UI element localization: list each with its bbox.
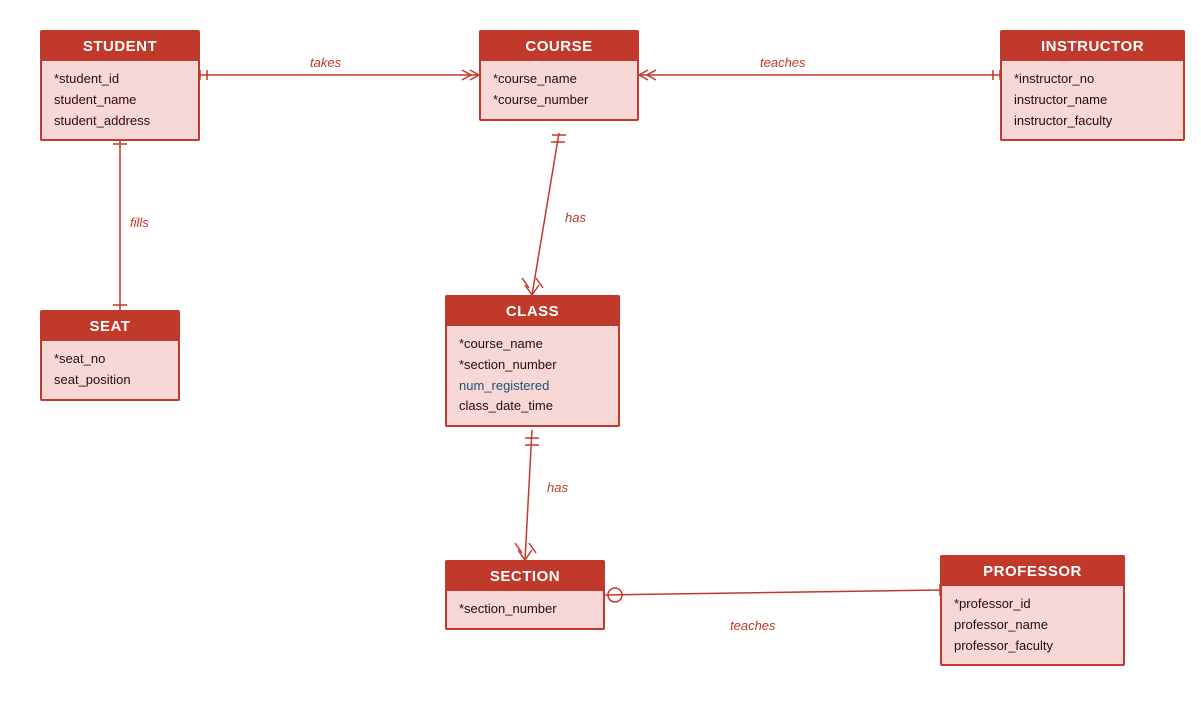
field-course-number: *course_number [493,90,625,111]
field-student-id: *student_id [54,69,186,90]
entity-instructor-header: INSTRUCTOR [1002,32,1183,61]
entity-professor-body: *professor_id professor_name professor_f… [942,586,1123,664]
entity-professor-header: PROFESSOR [942,557,1123,586]
entity-seat-header: SEAT [42,312,178,341]
field-course-name: *course_name [493,69,625,90]
rel-label-teaches-instructor: teaches [760,55,806,70]
entity-section-body: *section_number [447,591,603,628]
entity-seat: SEAT *seat_no seat_position [40,310,180,401]
field-class-num-registered: num_registered [459,376,606,397]
field-class-date-time: class_date_time [459,396,606,417]
entity-instructor-body: *instructor_no instructor_name instructo… [1002,61,1183,139]
field-class-course-name: *course_name [459,334,606,355]
rel-label-has-class-section: has [547,480,568,495]
field-seat-no: *seat_no [54,349,166,370]
field-instructor-name: instructor_name [1014,90,1171,111]
entity-class-body: *course_name *section_number num_registe… [447,326,618,425]
field-section-number: *section_number [459,599,591,620]
field-professor-id: *professor_id [954,594,1111,615]
entity-course-body: *course_name *course_number [481,61,637,119]
entity-section: SECTION *section_number [445,560,605,630]
entity-instructor: INSTRUCTOR *instructor_no instructor_nam… [1000,30,1185,141]
rel-label-teaches-professor: teaches [730,618,776,633]
rel-label-has-course-class: has [565,210,586,225]
field-class-section-number: *section_number [459,355,606,376]
entity-section-header: SECTION [447,562,603,591]
rel-label-fills: fills [130,215,149,230]
diagram-container: takes teaches fills has has teaches STUD… [0,0,1201,724]
field-instructor-no: *instructor_no [1014,69,1171,90]
field-instructor-faculty: instructor_faculty [1014,111,1171,132]
entity-seat-body: *seat_no seat_position [42,341,178,399]
field-professor-name: professor_name [954,615,1111,636]
field-student-address: student_address [54,111,186,132]
field-student-name: student_name [54,90,186,111]
entity-class-header: CLASS [447,297,618,326]
entity-class: CLASS *course_name *section_number num_r… [445,295,620,427]
field-seat-position: seat_position [54,370,166,391]
entity-course-header: COURSE [481,32,637,61]
entity-professor: PROFESSOR *professor_id professor_name p… [940,555,1125,666]
field-professor-faculty: professor_faculty [954,636,1111,657]
entity-student-header: STUDENT [42,32,198,61]
entity-course: COURSE *course_name *course_number [479,30,639,121]
entity-student: STUDENT *student_id student_name student… [40,30,200,141]
entity-student-body: *student_id student_name student_address [42,61,198,139]
rel-label-takes: takes [310,55,341,70]
